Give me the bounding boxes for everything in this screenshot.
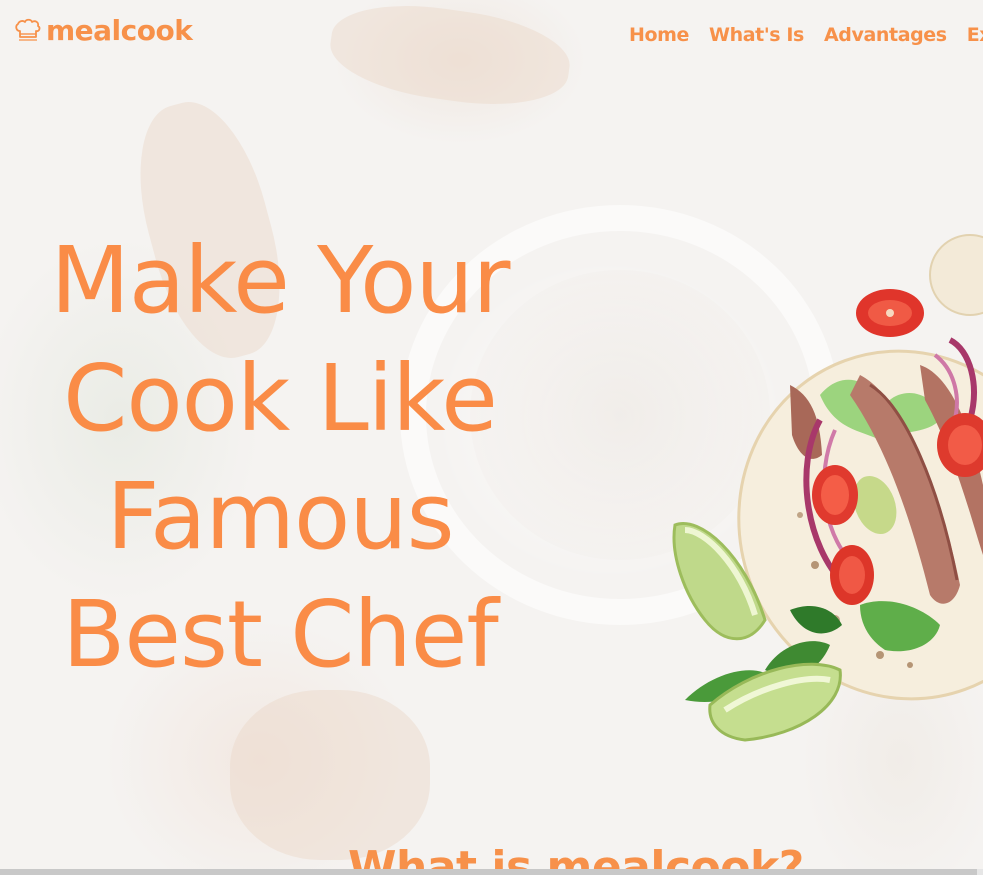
main-nav: Home What's Is Advantages Exam xyxy=(629,24,983,46)
hero-title-line: Best Chef xyxy=(62,581,499,688)
nav-item-whats-is[interactable]: What's Is xyxy=(709,24,804,46)
background-vegetable xyxy=(324,0,576,117)
hero-title-line: Famous xyxy=(106,463,455,570)
hero-title-line: Make Your xyxy=(50,227,511,334)
horizontal-scrollbar[interactable] xyxy=(0,869,983,875)
logo[interactable]: mealcook xyxy=(14,14,193,47)
nav-item-advantages[interactable]: Advantages xyxy=(824,24,947,46)
chef-hat-icon xyxy=(15,18,41,41)
hero-title-line: Cook Like xyxy=(63,345,498,452)
nav-item-examples[interactable]: Exam xyxy=(967,24,983,46)
page: mealcook Home What's Is Advantages Exam … xyxy=(0,0,983,875)
brand-name: mealcook xyxy=(46,14,193,47)
background-vegetable xyxy=(230,690,430,860)
hero-title: Make Your Cook Like Famous Best Chef xyxy=(0,222,560,694)
taco-with-lime-image xyxy=(672,234,983,742)
scrollbar-thumb[interactable] xyxy=(0,869,977,875)
nav-item-home[interactable]: Home xyxy=(629,24,689,46)
